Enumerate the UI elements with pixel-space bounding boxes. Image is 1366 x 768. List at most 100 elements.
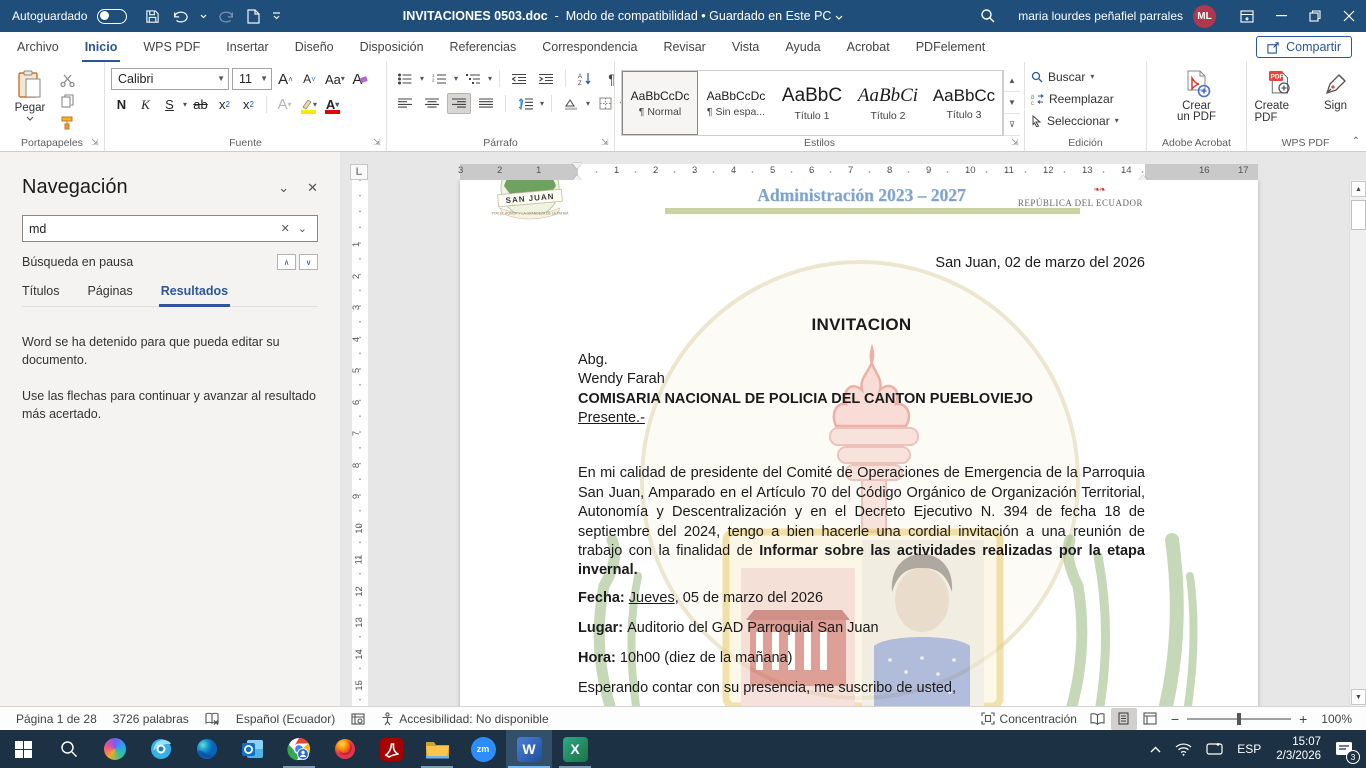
accessibility-status[interactable]: Accesibilidad: No disponible xyxy=(373,707,556,730)
zoom-slider[interactable] xyxy=(1187,718,1291,720)
font-dialog-launcher[interactable]: ⇲ xyxy=(373,138,383,148)
nav-tab-títulos[interactable]: Títulos xyxy=(22,284,60,306)
scroll-up-button[interactable]: ▲ xyxy=(1351,181,1366,197)
font-size-combo[interactable]: 11▼ xyxy=(232,68,272,90)
page-indicator[interactable]: Página 1 de 28 xyxy=(8,707,105,730)
document-page[interactable]: SAN JUAN POR EL HONOR Y LA GRANDEZA DE L… xyxy=(460,180,1258,706)
scroll-down-button[interactable]: ▼ xyxy=(1351,689,1366,705)
line-spacing-chevron-icon[interactable]: ▾ xyxy=(540,100,544,108)
nav-search-dropdown-icon[interactable]: ⌄ xyxy=(294,222,311,235)
select-button[interactable]: Seleccionar▾ xyxy=(1031,111,1140,131)
nav-pane-close-icon[interactable]: ✕ xyxy=(307,180,318,196)
save-location[interactable]: Guardado en Este PC xyxy=(709,9,831,23)
autosave-toggle[interactable] xyxy=(97,9,127,24)
tab-correspondencia[interactable]: Correspondencia xyxy=(529,32,650,62)
style-card-2[interactable]: AaBbCTítulo 1 xyxy=(774,71,850,135)
outlook-icon[interactable] xyxy=(230,730,276,768)
nav-pane-options-chevron-icon[interactable]: ⌄ xyxy=(278,180,289,196)
notification-center-icon[interactable]: 3 xyxy=(1329,730,1366,768)
cut-icon[interactable] xyxy=(56,72,78,88)
tab-selector[interactable]: L xyxy=(350,164,368,180)
line-spacing-button[interactable] xyxy=(513,93,537,114)
touch-keyboard-icon[interactable] xyxy=(1199,730,1230,768)
proofing-errors-icon[interactable] xyxy=(197,707,228,730)
sort-button[interactable]: AZ xyxy=(573,68,597,89)
scrollbar-thumb[interactable] xyxy=(1351,200,1366,230)
text-effects-button[interactable]: A▾ xyxy=(274,94,295,115)
align-center-button[interactable] xyxy=(420,93,444,114)
network-icon[interactable] xyxy=(1168,730,1199,768)
format-painter-icon[interactable] xyxy=(56,115,78,131)
font-color-button[interactable]: A▾ xyxy=(322,94,343,115)
shrink-font-button[interactable]: A˅ xyxy=(299,69,320,90)
styles-scroll-up-icon[interactable]: ▲ xyxy=(1004,70,1020,92)
tab-archivo[interactable]: Archivo xyxy=(4,32,72,62)
tab-vista[interactable]: Vista xyxy=(719,32,773,62)
hidden-icons-chevron-icon[interactable] xyxy=(1143,730,1168,768)
multilevel-chevron-icon[interactable]: ▾ xyxy=(488,75,492,83)
edge-icon[interactable] xyxy=(184,730,230,768)
paragraph-dialog-launcher[interactable]: ⇲ xyxy=(601,138,611,148)
zoom-percentage[interactable]: 100% xyxy=(1315,712,1358,726)
create-pdf-acrobat-button[interactable]: Crear un PDF xyxy=(1157,68,1237,135)
undo-chevron-icon[interactable] xyxy=(200,14,207,19)
nav-next-result-button[interactable]: ∨ xyxy=(299,254,318,270)
shading-button[interactable] xyxy=(559,93,583,114)
avatar[interactable]: ML xyxy=(1193,5,1216,28)
numbering-button[interactable]: 12 xyxy=(427,68,451,89)
zoom-in-button[interactable]: + xyxy=(1299,712,1307,726)
underline-chevron-icon[interactable]: ▾ xyxy=(183,101,187,109)
zoom-out-button[interactable]: − xyxy=(1171,712,1179,726)
style-card-3[interactable]: AaBbCiTítulo 2 xyxy=(850,71,926,135)
undo-icon[interactable] xyxy=(172,9,188,23)
zoom-app-icon[interactable]: zm xyxy=(460,730,506,768)
superscript-button[interactable]: x2 xyxy=(238,94,259,115)
save-location-chevron-icon[interactable] xyxy=(835,15,843,20)
highlight-color-button[interactable]: ▾ xyxy=(298,94,319,115)
acrobat-icon[interactable] xyxy=(368,730,414,768)
shading-chevron-icon[interactable]: ▾ xyxy=(586,100,590,108)
clear-formatting-button[interactable]: A xyxy=(350,69,371,90)
align-left-button[interactable] xyxy=(393,93,417,114)
word-count[interactable]: 3726 palabras xyxy=(105,707,197,730)
language-switcher[interactable]: ESP xyxy=(1230,730,1268,768)
new-document-icon[interactable] xyxy=(247,9,260,24)
chrome-icon[interactable] xyxy=(276,730,322,768)
rights-management-icon[interactable] xyxy=(343,707,373,730)
tab-ayuda[interactable]: Ayuda xyxy=(772,32,833,62)
bullets-chevron-icon[interactable]: ▾ xyxy=(420,75,424,83)
firefox-icon[interactable] xyxy=(322,730,368,768)
file-explorer-icon[interactable] xyxy=(414,730,460,768)
tab-revisar[interactable]: Revisar xyxy=(650,32,718,62)
nav-search-input[interactable] xyxy=(29,222,277,236)
vertical-scrollbar[interactable]: ▲ ▼ xyxy=(1349,180,1366,706)
tab-referencias[interactable]: Referencias xyxy=(437,32,530,62)
style-card-1[interactable]: AaBbCcDc¶ Sin espa... xyxy=(698,71,774,135)
share-button[interactable]: Compartir xyxy=(1256,36,1352,58)
tab-pdfelement[interactable]: PDFelement xyxy=(903,32,998,62)
underline-button[interactable]: S xyxy=(159,94,180,115)
styles-scroll-down-icon[interactable]: ▼ xyxy=(1004,92,1020,114)
copy-icon[interactable] xyxy=(56,93,78,109)
ribbon-display-options-icon[interactable] xyxy=(1230,0,1264,32)
search-icon[interactable] xyxy=(980,8,996,24)
restore-button[interactable] xyxy=(1298,0,1332,32)
nav-tab-páginas[interactable]: Páginas xyxy=(88,284,133,306)
internet-explorer-icon[interactable] xyxy=(138,730,184,768)
styles-dialog-launcher[interactable]: ⇲ xyxy=(1011,138,1021,148)
print-layout-button[interactable] xyxy=(1111,708,1137,730)
justify-button[interactable] xyxy=(474,93,498,114)
tab-inicio[interactable]: Inicio xyxy=(72,32,131,62)
word-taskbar-icon[interactable]: W xyxy=(506,730,552,768)
close-button[interactable] xyxy=(1332,0,1366,32)
increase-indent-button[interactable] xyxy=(534,68,558,89)
copilot-icon[interactable] xyxy=(92,730,138,768)
tab-diseño[interactable]: Diseño xyxy=(282,32,347,62)
customize-qat-icon[interactable] xyxy=(272,12,281,20)
bold-button[interactable]: N xyxy=(111,94,132,115)
excel-taskbar-icon[interactable]: X xyxy=(552,730,598,768)
numbering-chevron-icon[interactable]: ▾ xyxy=(454,75,458,83)
find-button[interactable]: Buscar▾ xyxy=(1031,67,1140,87)
tab-disposición[interactable]: Disposición xyxy=(347,32,437,62)
language-indicator[interactable]: Español (Ecuador) xyxy=(228,707,343,730)
